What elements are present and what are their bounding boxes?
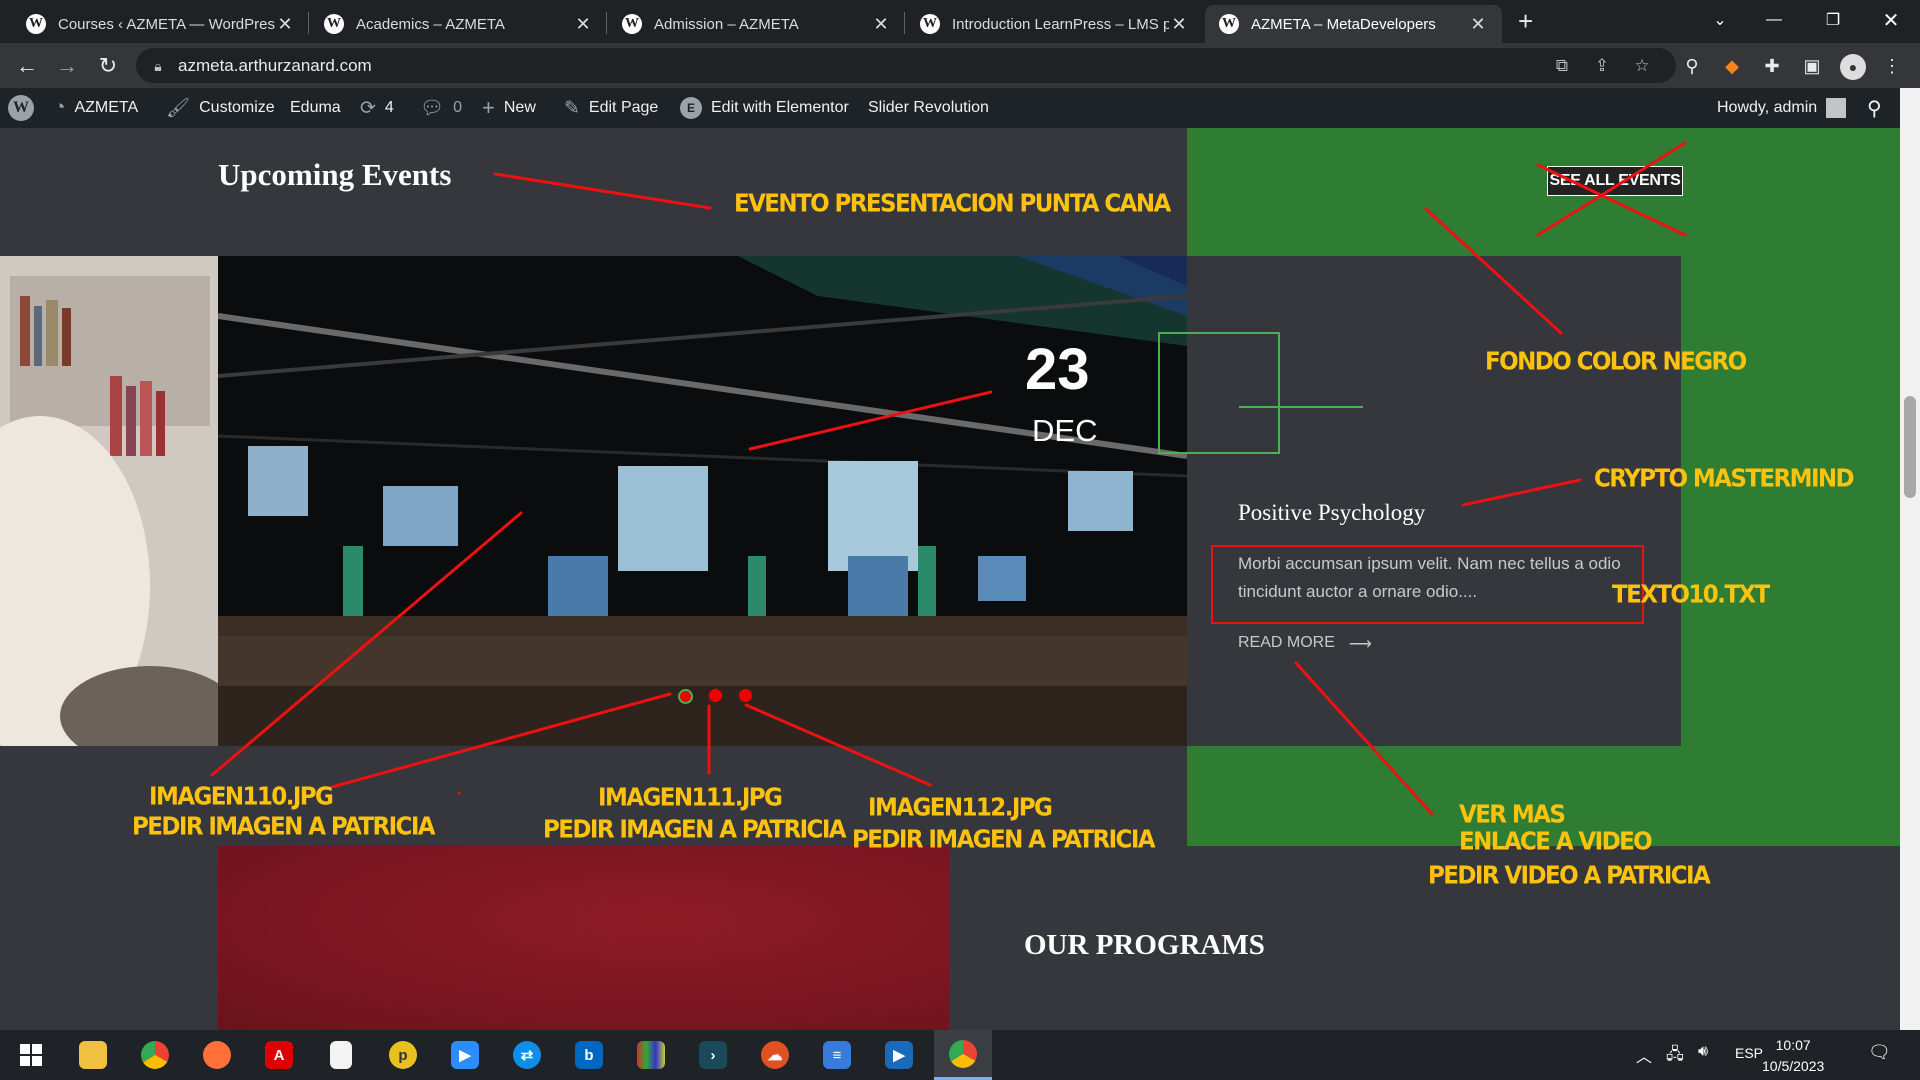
annotation-enlace: ENLACE A VIDEO [1459,828,1653,857]
clock-date: 10/5/2023 [1762,1058,1825,1074]
annotation-evento: EVENTO PRESENTACION PUNTA CANA [734,190,1171,219]
clock-time: 10:07 [1775,1037,1811,1053]
annotation-fondo: FONDO COLOR NEGRO [1485,348,1747,377]
annotation-img111-b: PEDIR IMAGEN A PATRICIA [543,816,847,845]
annotation-img112: IMAGEN112.JPG [868,794,1053,823]
network-icon[interactable]: 🖧︎ [1666,1043,1684,1070]
file-explorer-icon[interactable] [64,1030,122,1080]
page-scrollbar[interactable] [1900,88,1920,1030]
zoom-icon[interactable]: ▶ [436,1030,494,1080]
annotation-texto: TEXTO10.TXT [1612,581,1770,610]
chrome-active-taskbar-icon[interactable] [934,1030,992,1080]
annotation-img110: IMAGEN110.JPG [149,783,334,812]
annotation-pedir-video: PEDIR VIDEO A PATRICIA [1428,862,1711,891]
annotation-img110-b: PEDIR IMAGEN A PATRICIA [132,813,436,842]
app-yellow-icon[interactable]: p [374,1030,432,1080]
terminal-app-icon[interactable]: › [684,1030,742,1080]
tray-chevron-icon[interactable]: ︿ [1636,1043,1652,1067]
annotation-lines [210,141,1687,816]
teamviewer-icon[interactable]: ⇄ [498,1030,556,1080]
annotation-img111: IMAGEN111.JPG [598,784,783,813]
annotation-crypto: CRYPTO MASTERMIND [1594,465,1855,494]
language-indicator[interactable]: ESP [1735,1045,1763,1061]
notifications-icon[interactable]: 🗨︎ [1868,1042,1891,1063]
scrollbar-thumb[interactable] [1904,396,1916,498]
firefox-icon[interactable] [188,1030,246,1080]
document-icon[interactable] [312,1030,370,1080]
annotation-img112-b: PEDIR IMAGEN A PATRICIA [852,826,1156,855]
windows-start-icon[interactable] [2,1030,60,1080]
winrar-icon[interactable] [622,1030,680,1080]
chrome-taskbar-icon[interactable] [126,1030,184,1080]
volume-icon[interactable]: 🔊︎ [1698,1043,1708,1061]
cloud-app-icon[interactable]: ☁ [746,1030,804,1080]
taskbar-clock[interactable]: 10:07 10/5/2023 [1762,1035,1824,1077]
video-player-icon[interactable]: ▶ [870,1030,928,1080]
notepad-icon[interactable]: ≡ [808,1030,866,1080]
acrobat-icon[interactable]: A [250,1030,308,1080]
annotation-vermas: VER MAS [1459,801,1566,830]
store-bag-icon[interactable]: b [560,1030,618,1080]
